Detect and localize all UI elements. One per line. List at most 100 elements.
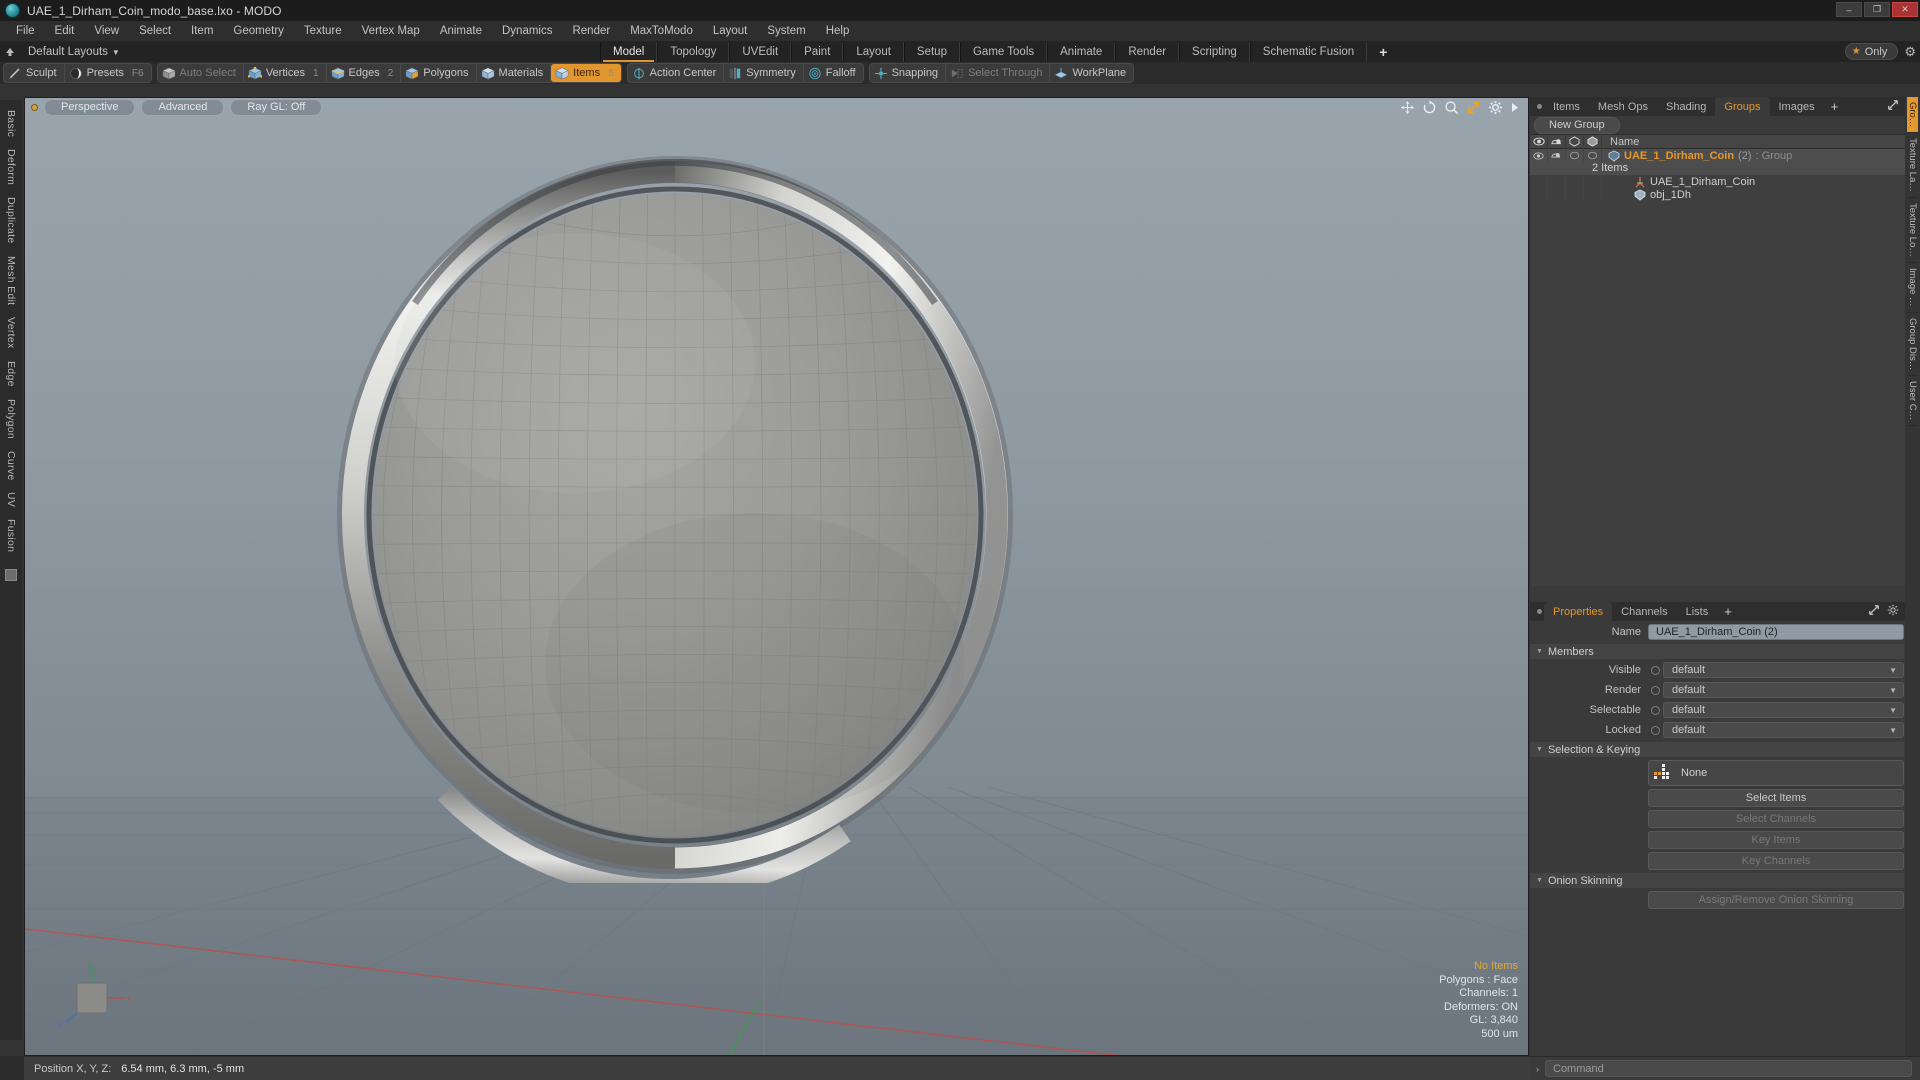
left-tool-tab-polygon[interactable]: Polygon: [5, 393, 17, 445]
layout-tab-topology[interactable]: Topology: [657, 42, 730, 62]
menu-item-help[interactable]: Help: [816, 21, 860, 42]
menu-item-system[interactable]: System: [757, 21, 815, 42]
toolbar-action-center-button[interactable]: Action Center: [628, 64, 725, 82]
menu-item-edit[interactable]: Edit: [45, 21, 85, 42]
key-items-button[interactable]: Key Items: [1648, 831, 1904, 849]
menu-item-view[interactable]: View: [84, 21, 129, 42]
layout-tab-paint[interactable]: Paint: [791, 42, 844, 62]
toolbar-falloff-button[interactable]: Falloff: [804, 64, 863, 82]
side-tab-groupdis[interactable]: Group Dis…: [1907, 313, 1918, 376]
panel-tab-images[interactable]: Images: [1770, 97, 1824, 116]
menu-item-item[interactable]: Item: [181, 21, 223, 42]
member-radio-icon[interactable]: [1651, 725, 1660, 735]
layout-tab-layout[interactable]: Layout: [843, 42, 904, 62]
left-tool-tab-duplicate[interactable]: Duplicate: [5, 191, 17, 249]
zoom-icon[interactable]: [1444, 100, 1459, 115]
side-tab-gro[interactable]: Gro…: [1907, 97, 1918, 134]
toolbar-presets-button[interactable]: Presets F6: [65, 64, 151, 82]
selection-keying-section-header[interactable]: ▼ Selection & Keying: [1530, 742, 1904, 757]
left-tool-tab-vertex[interactable]: Vertex: [5, 311, 17, 355]
menu-item-select[interactable]: Select: [129, 21, 181, 42]
tree-toggle-cell-1[interactable]: [1548, 149, 1566, 162]
add-tab-button[interactable]: +: [1824, 97, 1846, 116]
layout-tab-uvedit[interactable]: UVEdit: [729, 42, 792, 62]
wire-icon[interactable]: [1584, 134, 1602, 149]
expand-icon[interactable]: [1868, 604, 1880, 616]
layout-tab-render[interactable]: Render: [1115, 42, 1180, 62]
toolbar-workplane-button[interactable]: WorkPlane: [1050, 64, 1133, 82]
move-icon[interactable]: [1400, 100, 1415, 115]
only-toggle-button[interactable]: ★ Only: [1844, 43, 1899, 60]
layout-tab-game-tools[interactable]: Game Tools: [959, 42, 1048, 62]
tree-row[interactable]: UAE_1_Dirham_Coin: [1530, 175, 1920, 188]
tree-toggle-cell-3[interactable]: [1584, 175, 1602, 188]
left-tool-tab-mesh-edit[interactable]: Mesh Edit: [5, 250, 17, 311]
menu-item-texture[interactable]: Texture: [294, 21, 352, 42]
side-tab-image[interactable]: Image …: [1907, 263, 1918, 313]
viewport-shading-advanced[interactable]: Advanced: [141, 98, 225, 116]
key-channels-button[interactable]: Key Channels: [1648, 852, 1904, 870]
toolbar-edges-button[interactable]: Edges 2: [327, 64, 402, 82]
gear-icon[interactable]: [1488, 100, 1503, 115]
menu-item-render[interactable]: Render: [562, 21, 620, 42]
add-properties-tab-button[interactable]: +: [1717, 602, 1739, 621]
left-tool-tab-deform[interactable]: Deform: [5, 143, 17, 191]
name-input[interactable]: UAE_1_Dirham_Coin (2): [1648, 624, 1904, 640]
tree-row[interactable]: obj_1Dh: [1530, 188, 1920, 201]
properties-tab-properties[interactable]: Properties: [1544, 602, 1613, 621]
panel-menu-dot-icon[interactable]: [1534, 97, 1544, 116]
tree-toggle-cell-2[interactable]: [1566, 175, 1584, 188]
arrow-right-icon[interactable]: [1510, 101, 1520, 114]
members-section-header[interactable]: ▼ Members: [1530, 644, 1904, 659]
menu-item-layout[interactable]: Layout: [703, 21, 758, 42]
left-tool-tab-edge[interactable]: Edge: [5, 355, 17, 393]
toolbar-snapping-button[interactable]: Snapping: [870, 64, 947, 82]
left-tool-tab-uv[interactable]: UV: [5, 486, 17, 513]
side-tab-texturela[interactable]: Texture La…: [1907, 133, 1918, 199]
properties-tab-channels[interactable]: Channels: [1612, 602, 1676, 621]
panel-tab-shading[interactable]: Shading: [1657, 97, 1715, 116]
new-group-button[interactable]: New Group: [1534, 116, 1620, 134]
toolbar-vertices-button[interactable]: Vertices 1: [244, 64, 327, 82]
menu-item-animate[interactable]: Animate: [430, 21, 492, 42]
fit-icon[interactable]: [1466, 100, 1481, 115]
side-tab-texturelo[interactable]: Texture Lo…: [1907, 198, 1918, 264]
toolbar-polygons-button[interactable]: Polygons: [401, 64, 477, 82]
layout-tab-animate[interactable]: Animate: [1047, 42, 1116, 62]
toolbar-materials-button[interactable]: Materials: [477, 64, 552, 82]
tree-toggle-cell-2[interactable]: [1566, 188, 1584, 201]
eye-icon[interactable]: [1530, 134, 1548, 149]
properties-tab-lists[interactable]: Lists: [1677, 602, 1718, 621]
menu-item-vertex-map[interactable]: Vertex Map: [352, 21, 430, 42]
command-caret-icon[interactable]: ›: [1530, 1064, 1545, 1074]
toolbar-auto-select-button[interactable]: Auto Select: [158, 64, 244, 82]
menu-item-file[interactable]: File: [6, 21, 45, 42]
gear-icon[interactable]: ⚙: [1904, 44, 1916, 60]
axis-gizmo[interactable]: y x z: [59, 961, 139, 1027]
toolbar-items-button[interactable]: Items 5: [551, 64, 621, 82]
member-radio-icon[interactable]: [1651, 665, 1660, 675]
tree-toggle-cell-0[interactable]: [1530, 175, 1548, 188]
menu-item-geometry[interactable]: Geometry: [223, 21, 294, 42]
3d-viewport[interactable]: Perspective Advanced Ray GL: Off No Item…: [24, 97, 1529, 1056]
rotate-icon[interactable]: [1422, 100, 1437, 115]
panel-tab-groups[interactable]: Groups: [1715, 97, 1770, 116]
render-icon[interactable]: [1548, 134, 1566, 149]
layout-tab-model[interactable]: Model: [600, 42, 658, 62]
viewport-raygl-toggle[interactable]: Ray GL: Off: [230, 98, 323, 116]
tree-toggle-cell-1[interactable]: [1548, 175, 1566, 188]
viewport-mode-perspective[interactable]: Perspective: [44, 98, 136, 116]
home-layout-icon[interactable]: [0, 42, 20, 62]
menu-item-dynamics[interactable]: Dynamics: [492, 21, 562, 42]
left-tool-tab-curve[interactable]: Curve: [5, 445, 17, 487]
expand-icon[interactable]: [1887, 99, 1899, 111]
select-items-button[interactable]: Select Items: [1648, 789, 1904, 807]
member-dropdown-visible[interactable]: default ▼: [1663, 662, 1904, 678]
tree-toggle-cell-1[interactable]: [1548, 188, 1566, 201]
minimize-button[interactable]: –: [1836, 2, 1862, 17]
left-tool-tab-fusion[interactable]: Fusion: [5, 513, 17, 558]
tree-toggle-cell-2[interactable]: [1566, 149, 1584, 162]
add-layout-tab-button[interactable]: +: [1367, 42, 1399, 62]
default-layouts-label[interactable]: Default Layouts: [20, 46, 108, 58]
selection-set-dropdown[interactable]: None: [1648, 760, 1904, 786]
